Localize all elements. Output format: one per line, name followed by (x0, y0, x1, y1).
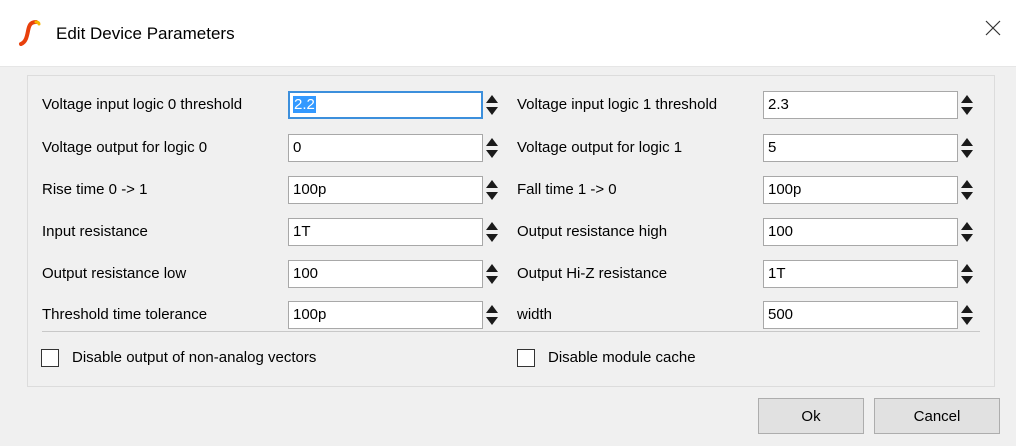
param-input-fall[interactable]: 100p (763, 176, 958, 204)
window-title: Edit Device Parameters (56, 24, 235, 43)
param-input-ttol[interactable]: 100p (288, 301, 483, 329)
param-label-vol1: Voltage output for logic 1 (517, 139, 683, 156)
param-label-vil0: Voltage input logic 0 threshold (42, 96, 243, 113)
spinner-vil1[interactable] (960, 91, 974, 119)
spin-arrows-icon (486, 138, 498, 158)
disable-non-analog-checkbox[interactable] (41, 349, 59, 367)
spin-arrows-icon (961, 180, 973, 200)
spinner-rlow[interactable] (485, 260, 499, 288)
param-label-rise: Rise time 0 -> 1 (42, 181, 148, 198)
param-label-rlow: Output resistance low (42, 265, 187, 282)
param-input-rin[interactable]: 1T (288, 218, 483, 246)
param-input-vol0[interactable]: 0 (288, 134, 483, 162)
param-label-vol0: Voltage output for logic 0 (42, 139, 208, 156)
spin-arrows-icon (486, 180, 498, 200)
close-icon (985, 20, 1001, 36)
spin-arrows-icon (486, 305, 498, 325)
param-input-rhigh[interactable]: 100 (763, 218, 958, 246)
spinner-ttol[interactable] (485, 301, 499, 329)
separator (42, 331, 980, 332)
spinner-vol0[interactable] (485, 134, 499, 162)
ok-button[interactable]: Ok (758, 398, 864, 434)
spinner-width[interactable] (960, 301, 974, 329)
spin-arrows-icon (961, 264, 973, 284)
spin-arrows-icon (961, 222, 973, 242)
param-label-width: width (517, 306, 553, 323)
spin-arrows-icon (961, 305, 973, 325)
spinner-rise[interactable] (485, 176, 499, 204)
spinner-vol1[interactable] (960, 134, 974, 162)
spin-arrows-icon (961, 138, 973, 158)
param-input-vil0[interactable]: 2.2 (288, 91, 483, 119)
param-input-rise[interactable]: 100p (288, 176, 483, 204)
spin-arrows-icon (961, 95, 973, 115)
title-bar: Edit Device Parameters (0, 0, 1016, 67)
cancel-button[interactable]: Cancel (874, 398, 1000, 434)
spinner-rhiz[interactable] (960, 260, 974, 288)
param-input-vol1[interactable]: 5 (763, 134, 958, 162)
spin-arrows-icon (486, 264, 498, 284)
param-input-rlow[interactable]: 100 (288, 260, 483, 288)
spinner-rhigh[interactable] (960, 218, 974, 246)
selected-text: 2.2 (293, 96, 316, 113)
param-label-rhigh: Output resistance high (517, 223, 668, 240)
close-button[interactable] (970, 8, 1016, 48)
disable-non-analog-label: Disable output of non-analog vectors (72, 349, 317, 366)
spin-arrows-icon (486, 222, 498, 242)
param-label-vil1: Voltage input logic 1 threshold (517, 96, 718, 113)
disable-module-cache-checkbox[interactable] (517, 349, 535, 367)
spinner-rin[interactable] (485, 218, 499, 246)
param-input-width[interactable]: 500 (763, 301, 958, 329)
spin-arrows-icon (486, 95, 498, 115)
ltspice-logo-icon (19, 20, 41, 46)
param-label-fall: Fall time 1 -> 0 (517, 181, 617, 198)
param-label-rhiz: Output Hi-Z resistance (517, 265, 668, 282)
param-label-ttol: Threshold time tolerance (42, 306, 208, 323)
param-input-vil1[interactable]: 2.3 (763, 91, 958, 119)
spinner-fall[interactable] (960, 176, 974, 204)
param-input-rhiz[interactable]: 1T (763, 260, 958, 288)
disable-module-cache-label: Disable module cache (548, 349, 696, 366)
spinner-vil0[interactable] (485, 91, 499, 119)
param-label-rin: Input resistance (42, 223, 148, 240)
